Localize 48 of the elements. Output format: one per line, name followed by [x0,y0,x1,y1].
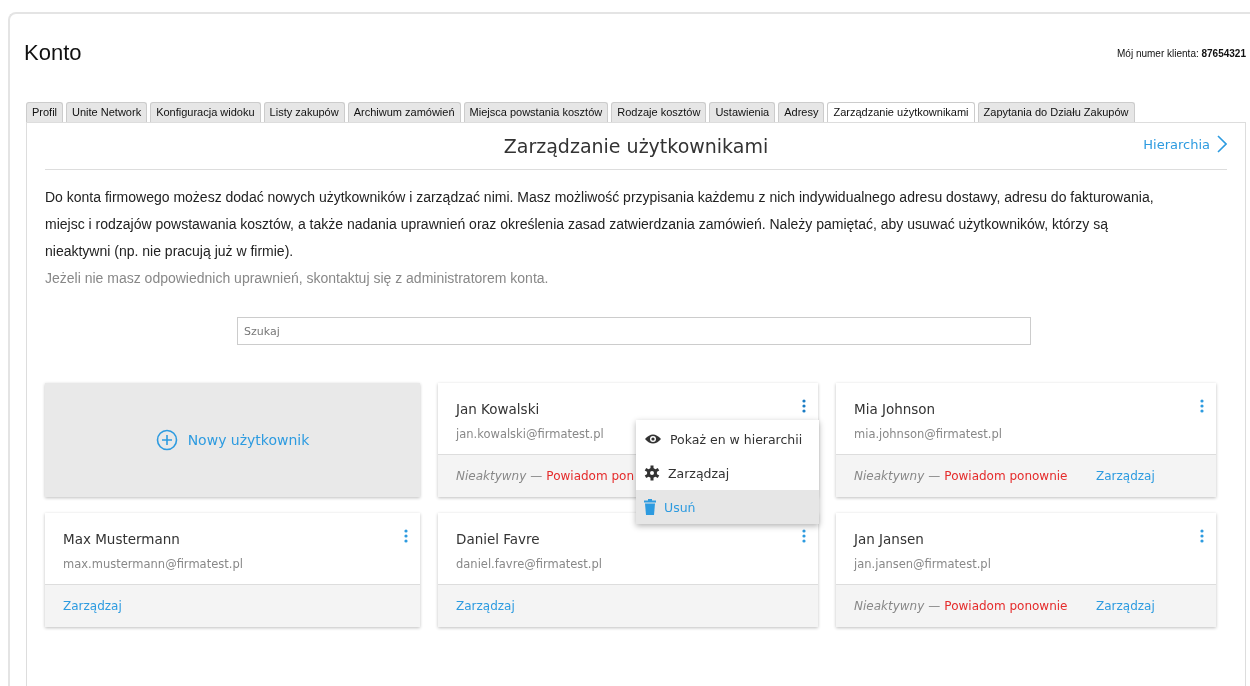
user-email: jan.kowalski@firmatest.pl [456,427,604,441]
tab[interactable]: Zarządzanie użytkownikami [827,102,975,122]
tab[interactable]: Miejsca powstania kosztów [463,102,609,122]
search-field[interactable]: Szukaj [237,317,1031,345]
user-name: Daniel Favre [456,531,540,547]
tab[interactable]: Adresy [778,102,825,122]
dash-separator: — [530,469,543,483]
resend-link[interactable]: Powiadom ponownie [944,469,1068,483]
trash-icon [644,499,656,515]
menu-item[interactable]: Zarządzaj [636,456,819,490]
gear-icon [644,465,660,481]
tab[interactable]: Rodzaje kosztów [611,102,707,122]
eye-icon [644,433,662,445]
status-text: Nieaktywny [854,469,925,483]
more-options-icon[interactable] [802,399,806,413]
user-name: Jan Kowalski [456,401,540,417]
user-name: Max Mustermann [63,531,180,547]
menu-item[interactable]: Pokaż en w hierarchii [636,422,819,456]
user-email: jan.jansen@firmatest.pl [854,557,991,571]
more-options-icon[interactable] [1200,399,1204,413]
resend-link[interactable]: Powiadom ponownie [944,599,1068,613]
more-options-icon[interactable] [802,529,806,543]
more-options-icon[interactable] [404,529,408,543]
status-text: Nieaktywny [456,469,527,483]
dash-separator: — [928,599,941,613]
more-options-icon[interactable] [1200,529,1204,543]
tab[interactable]: Konfiguracja widoku [150,102,261,122]
user-name: Jan Jansen [854,531,924,547]
description: Do konta firmowego możesz dodać nowych użytkowników i zarządzać nimi. Masz możliwość przypisania każdemu z nich indywidualnego adresu dostawy, adresu do fakturowania, miejsc i rodzajów powstawania kosztów, a także nadania uprawnień oraz określenia zasad zatwierdzania zamówień. Należy pamiętać, aby usuwać użytkowników, którzy są nieaktywni (np. nie pracują już w firmie). [45,188,1155,261]
user-name: Mia Johnson [854,401,936,417]
tab[interactable]: Ustawienia [709,102,776,122]
dash-separator: — [928,469,941,483]
page-title: Konto [24,40,82,66]
plus-circle-icon [155,429,178,451]
user-email: mia.johnson@firmatest.pl [854,427,1002,441]
section-title: Zarządzanie użytkownikami [503,135,769,157]
tab[interactable]: Zapytania do Działu Zakupów [977,102,1135,122]
tab[interactable]: Profil [26,102,64,122]
user-email: daniel.favre@firmatest.pl [456,557,602,571]
hint-text: Jeżeli nie masz odpowiednich uprawnień, skontaktuj się z administratorem konta. [45,269,550,288]
chevron-right-icon [1217,135,1227,153]
user-email: max.mustermann@firmatest.pl [63,557,243,571]
customer-number: Mój numer klienta: 87654321 [1117,47,1246,59]
tab[interactable]: Listy zakupów [263,102,345,122]
tab[interactable]: Unite Network [66,102,148,122]
status-text: Nieaktywny [854,599,925,613]
resend-link[interactable]: Powiadom pon [546,469,634,483]
tab[interactable]: Archiwum zamówień [347,102,461,122]
